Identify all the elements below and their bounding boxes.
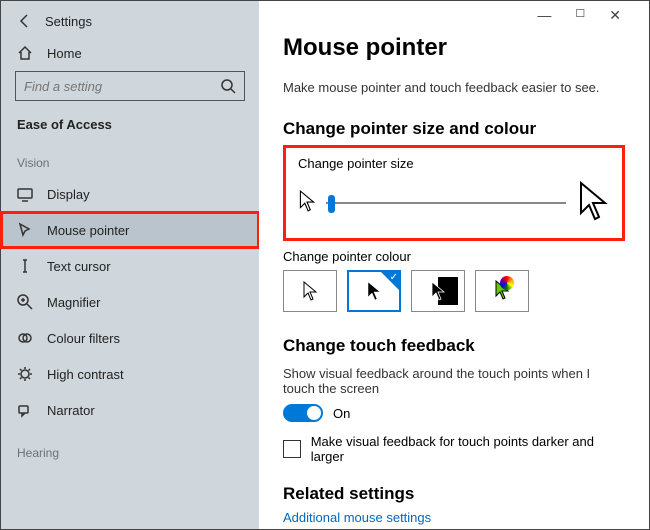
pointer-size-label: Change pointer size [298, 156, 610, 171]
page-title: Mouse pointer [283, 34, 625, 62]
toggle-description: Show visual feedback around the touch po… [283, 366, 625, 396]
section-touch-heading: Change touch feedback [283, 336, 625, 356]
close-button[interactable]: ✕ [609, 7, 621, 24]
check-icon: ✓ [390, 272, 398, 283]
rainbow-icon [500, 276, 514, 290]
checkbox-label: Make visual feedback for touch points da… [311, 434, 625, 464]
narrator-icon [17, 402, 33, 418]
colour-filters-icon [17, 330, 33, 346]
colour-option-inverted[interactable] [411, 270, 465, 312]
search-box[interactable] [15, 71, 245, 101]
sidebar-item-high-contrast[interactable]: High contrast [1, 356, 259, 392]
pointer-size-min-icon [298, 190, 316, 215]
sidebar-item-display[interactable]: Display [1, 176, 259, 212]
sidebar-item-mouse-pointer[interactable]: Mouse pointer [1, 212, 259, 248]
section-size-colour-heading: Change pointer size and colour [283, 119, 625, 139]
magnifier-icon [17, 294, 33, 310]
nav-label: Text cursor [47, 259, 111, 274]
search-input[interactable] [24, 79, 194, 94]
maximize-button[interactable]: ☐ [575, 7, 585, 24]
app-title: Settings [45, 14, 92, 29]
text-cursor-icon [17, 258, 33, 274]
colour-option-black[interactable]: ✓ [347, 270, 401, 312]
sidebar-home[interactable]: Home [1, 39, 259, 71]
pointer-size-box: Change pointer size [283, 145, 625, 241]
toggle-knob [307, 406, 321, 420]
back-icon[interactable] [17, 13, 33, 29]
sidebar-item-magnifier[interactable]: Magnifier [1, 284, 259, 320]
nav-label: Mouse pointer [47, 223, 129, 238]
nav-label: Colour filters [47, 331, 120, 346]
content-pane: — ☐ ✕ Mouse pointer Make mouse pointer a… [259, 1, 649, 529]
section-related-heading: Related settings [283, 484, 625, 504]
sidebar-item-colour-filters[interactable]: Colour filters [1, 320, 259, 356]
darker-larger-checkbox[interactable] [283, 440, 301, 458]
colour-option-white[interactable] [283, 270, 337, 312]
mouse-pointer-icon [17, 222, 33, 238]
group-hearing: Hearing [1, 428, 259, 466]
display-icon [17, 186, 33, 202]
touch-feedback-toggle[interactable] [283, 404, 323, 422]
nav-label: Narrator [47, 403, 95, 418]
minimize-button[interactable]: — [537, 7, 551, 24]
colour-option-custom[interactable] [475, 270, 529, 312]
high-contrast-icon [17, 366, 33, 382]
additional-mouse-settings-link[interactable]: Additional mouse settings [283, 510, 625, 525]
home-icon [17, 45, 33, 61]
sidebar-section-title: Ease of Access [1, 111, 259, 138]
pointer-colour-options: ✓ [283, 270, 625, 312]
pointer-size-slider[interactable] [326, 202, 566, 204]
pointer-colour-label: Change pointer colour [283, 249, 625, 264]
slider-thumb[interactable] [328, 195, 335, 213]
search-icon [220, 78, 236, 94]
nav-label: High contrast [47, 367, 124, 382]
home-label: Home [47, 46, 82, 61]
page-intro: Make mouse pointer and touch feedback ea… [283, 80, 625, 95]
toggle-state: On [333, 406, 350, 421]
sidebar-item-text-cursor[interactable]: Text cursor [1, 248, 259, 284]
nav-label: Magnifier [47, 295, 100, 310]
sidebar-item-narrator[interactable]: Narrator [1, 392, 259, 428]
pointer-size-max-icon [576, 181, 610, 224]
group-vision: Vision [1, 138, 259, 176]
nav-label: Display [47, 187, 90, 202]
sidebar: Settings Home Ease of Access Vision Disp… [1, 1, 259, 529]
